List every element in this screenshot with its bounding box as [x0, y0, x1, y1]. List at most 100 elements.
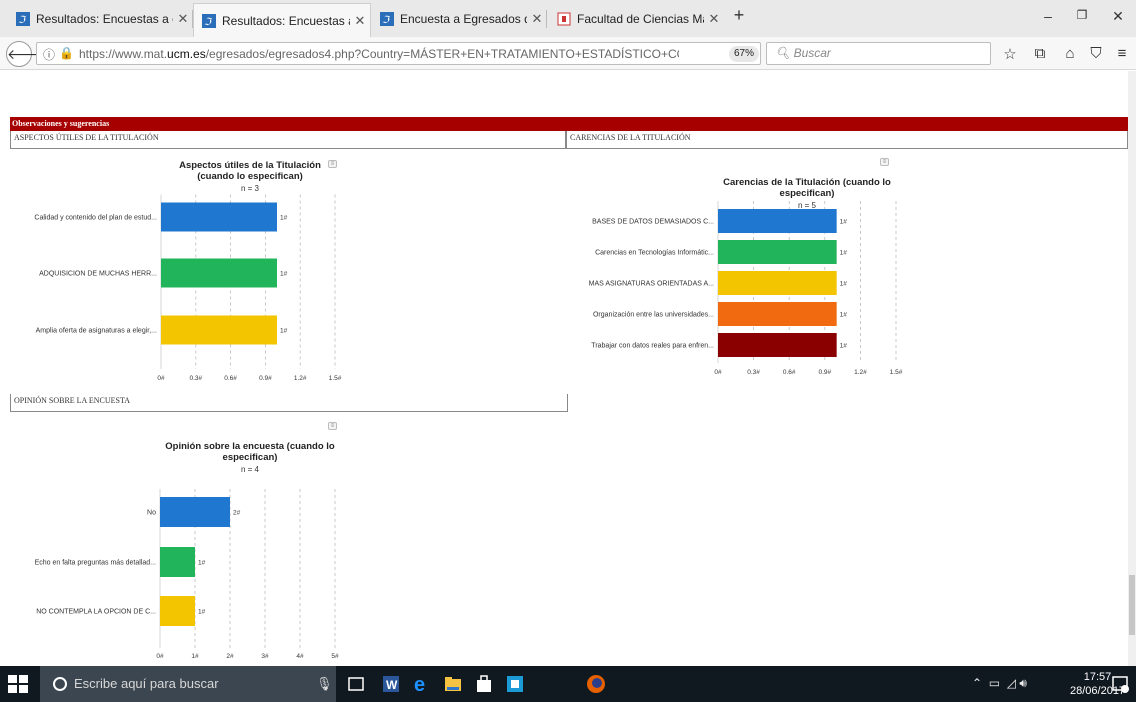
microphone-icon[interactable]: 🎙︎: [316, 666, 333, 702]
category-label: ADQUISICION DE MUCHAS HERR...: [39, 271, 157, 278]
bar-value-label: 1#: [840, 343, 848, 350]
app-icon[interactable]: [505, 674, 525, 694]
x-tick-label: 0.6#: [224, 375, 237, 382]
bar[interactable]: [718, 333, 837, 357]
cortana-icon: [53, 677, 67, 691]
bar[interactable]: [160, 596, 195, 626]
header-gaps: CARENCIAS DE LA TITULACIÓN: [566, 131, 1128, 149]
svg-text:e: e: [414, 674, 425, 694]
category-label: Organización entre las universidades...: [593, 312, 714, 319]
chart-useful: Aspectos útiles de la Titulación (cuando…: [10, 153, 550, 393]
close-window-button[interactable]: ✕: [1106, 8, 1130, 28]
home-icon[interactable]: ⌂: [1060, 45, 1080, 63]
x-tick-label: 0#: [714, 369, 722, 376]
section-title-bar: Observaciones y sugerencias: [10, 117, 1128, 131]
chart-gaps: Carencias de la Titulación (cuando lo es…: [566, 153, 1126, 393]
zoom-indicator[interactable]: 67%: [729, 46, 759, 62]
tab-results-1[interactable]: ℑ Resultados: Encuestas a egre ✕: [8, 4, 193, 34]
x-tick-label: 0#: [156, 653, 164, 660]
close-tab-icon[interactable]: ✕: [350, 13, 370, 29]
chart-opinion: Opinión sobre la encuesta (cuando lo esp…: [10, 415, 550, 665]
tab-title: Facultad de Ciencias Matem: [577, 12, 704, 26]
chart-useful-plot: 0# 0.3# 0.6# 0.9# 1.2# 1.5# Calidad y contenid…: [34, 194, 342, 382]
x-tick-label: 2#: [226, 653, 234, 660]
network-icon[interactable]: ◿: [1007, 676, 1016, 690]
x-tick-label: 1.5#: [890, 369, 903, 376]
bar-value-label: 2#: [233, 510, 241, 517]
x-tick-label: 0.3#: [189, 375, 202, 382]
tab-results-2[interactable]: ℑ Resultados: Encuestas a egre ✕: [193, 3, 371, 37]
info-icon[interactable]: ⓘ: [43, 46, 55, 63]
x-tick-label: 1.5#: [329, 375, 342, 382]
bar-value-label: 1#: [280, 271, 288, 278]
scrollbar-thumb[interactable]: [1129, 575, 1135, 635]
search-icon: 🔍︎: [775, 46, 794, 60]
ucm-favicon-icon: ℑ: [380, 12, 394, 26]
bookmark-star-icon[interactable]: ☆: [1000, 45, 1020, 63]
battery-icon[interactable]: ▭: [989, 676, 1000, 690]
tab-title: Resultados: Encuestas a egre: [36, 12, 173, 26]
menu-icon[interactable]: ≡: [1112, 45, 1132, 63]
taskbar: Escribe aquí para buscar 🎙︎ W e ⌃ ▭ ◿ 🔊︎ …: [0, 666, 1136, 702]
pocket-icon[interactable]: ⛉: [1086, 45, 1106, 63]
search-input[interactable]: 🔍︎ Buscar: [766, 42, 991, 65]
bar-value-label: 1#: [198, 609, 206, 616]
taskbar-search[interactable]: Escribe aquí para buscar 🎙︎: [40, 666, 336, 702]
tab-survey[interactable]: ℑ Encuesta a Egresados de la F ✕: [372, 4, 547, 34]
category-label: BASES DE DATOS DEMASIADOS C...: [592, 219, 714, 226]
close-tab-icon[interactable]: ✕: [527, 11, 547, 27]
minimize-button[interactable]: –: [1036, 8, 1060, 28]
word-icon[interactable]: W: [381, 674, 401, 694]
bar[interactable]: [718, 209, 837, 233]
bar[interactable]: [718, 302, 837, 326]
category-label: Echo en falta preguntas más detallad...: [35, 560, 156, 567]
bar-value-label: 1#: [280, 215, 288, 222]
bar-value-label: 1#: [840, 219, 848, 226]
task-view-icon[interactable]: [346, 674, 366, 694]
category-label: Amplia oferta de asignaturas a elegir,..…: [36, 328, 157, 335]
header-useful: ASPECTOS ÚTILES DE LA TITULACIÓN: [10, 131, 566, 149]
nav-bar: 🡐 ⓘ 🔒 https://www.mat.ucm.es/egresados/e…: [0, 37, 1136, 70]
notifications-icon[interactable]: [1110, 674, 1130, 694]
bar[interactable]: [160, 547, 195, 577]
category-label: Calidad y contenido del plan de estud...: [34, 215, 157, 222]
windows-start-icon[interactable]: [8, 675, 28, 693]
category-label: No: [147, 510, 156, 517]
file-explorer-icon[interactable]: [443, 674, 463, 694]
firefox-icon[interactable]: [586, 674, 606, 694]
bar[interactable]: [161, 315, 277, 345]
close-tab-icon[interactable]: ✕: [704, 11, 724, 27]
bar-value-label: 1#: [840, 250, 848, 257]
lock-icon: 🔒: [59, 46, 74, 60]
restore-button[interactable]: ❐: [1070, 8, 1094, 28]
x-tick-label: 0.9#: [259, 375, 272, 382]
volume-icon[interactable]: 🔊︎: [1019, 676, 1027, 690]
category-label: Carencias en Tecnologías Informátic...: [595, 250, 714, 257]
x-tick-label: 1.2#: [854, 369, 867, 376]
tab-title: Encuesta a Egresados de la F: [400, 12, 527, 26]
x-tick-label: 0.6#: [783, 369, 796, 376]
bar[interactable]: [160, 497, 230, 527]
address-bar[interactable]: ⓘ 🔒 https://www.mat.ucm.es/egresados/egr…: [36, 42, 787, 65]
store-icon[interactable]: [474, 674, 494, 694]
edge-icon[interactable]: e: [412, 674, 432, 694]
bar[interactable]: [718, 271, 837, 295]
chevron-up-icon[interactable]: ⌃: [972, 676, 982, 690]
tab-faculty[interactable]: Facultad de Ciencias Matem ✕: [549, 4, 724, 34]
category-label: Trabajar con datos reales para enfren...: [591, 343, 714, 350]
library-icon[interactable]: ⧉: [1030, 45, 1050, 63]
back-button[interactable]: 🡐: [6, 41, 45, 67]
x-tick-label: 0.9#: [818, 369, 831, 376]
page-content: Observaciones y sugerencias ASPECTOS ÚTI…: [0, 71, 1128, 666]
svg-text:W: W: [386, 678, 398, 692]
x-tick-label: 1.2#: [294, 375, 307, 382]
ucm-favicon-icon: ℑ: [202, 13, 216, 28]
bar-value-label: 1#: [280, 328, 288, 335]
chart-gaps-plot: 0# 0.3# 0.6# 0.9# 1.2# 1.5# BASES DE DATOS DEM…: [589, 201, 903, 376]
system-tray[interactable]: ⌃ ▭ ◿ 🔊︎: [972, 676, 1027, 691]
bar[interactable]: [718, 240, 837, 264]
bar[interactable]: [161, 258, 277, 288]
close-tab-icon[interactable]: ✕: [173, 11, 193, 27]
bar[interactable]: [161, 202, 277, 232]
new-tab-button[interactable]: +: [727, 5, 751, 25]
